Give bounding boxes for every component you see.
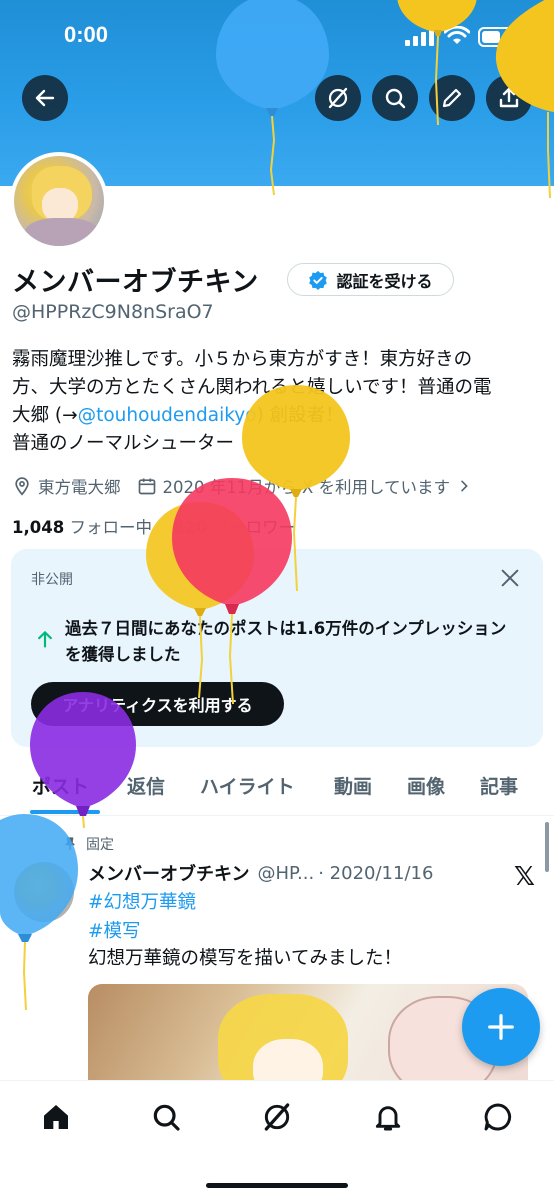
tab-replies[interactable]: 返信 bbox=[127, 772, 165, 799]
share-icon bbox=[499, 87, 519, 108]
search-button[interactable] bbox=[372, 75, 418, 121]
calendar-icon bbox=[138, 478, 155, 495]
following-label: フォロー中 bbox=[69, 518, 152, 537]
followers-link[interactable]: 820 フォロワー bbox=[173, 518, 295, 537]
search-icon[interactable] bbox=[150, 1101, 182, 1133]
grok-button[interactable] bbox=[315, 75, 361, 121]
tab-highlights[interactable]: ハイライト bbox=[200, 772, 295, 799]
scrollbar[interactable] bbox=[545, 822, 549, 872]
post-author-avatar[interactable] bbox=[14, 862, 74, 922]
get-verified-button[interactable]: 認証を受ける bbox=[287, 263, 454, 296]
wifi-icon bbox=[444, 26, 470, 44]
bottom-nav bbox=[0, 1080, 554, 1199]
status-time: 0:00 bbox=[64, 22, 109, 47]
verified-badge-icon bbox=[309, 270, 328, 290]
compose-button[interactable] bbox=[462, 988, 540, 1066]
joined-text: 2020 年11月から X を利用しています bbox=[162, 478, 451, 497]
x-logo-icon: 𝕏 bbox=[514, 862, 535, 892]
close-icon[interactable] bbox=[499, 567, 521, 589]
chevron-right-icon[interactable] bbox=[456, 478, 472, 494]
tab-posts[interactable]: ポスト bbox=[32, 772, 89, 799]
post-author-handle: @HP... bbox=[257, 862, 315, 884]
avatar-art-body bbox=[24, 218, 100, 246]
bio-text: 大郷 (→ bbox=[12, 405, 78, 426]
bio-text: ) 創設者！ bbox=[256, 405, 344, 426]
edit-button[interactable] bbox=[429, 75, 475, 121]
profile-tabs: ポスト 返信 ハイライト 動画 画像 記事 bbox=[0, 760, 554, 816]
bell-icon[interactable] bbox=[372, 1101, 404, 1133]
analytics-button[interactable]: アナリティクスを利用する bbox=[31, 682, 284, 726]
location-icon bbox=[15, 477, 29, 496]
tab-articles[interactable]: 記事 bbox=[480, 772, 518, 799]
battery-icon bbox=[478, 27, 520, 47]
active-tab-indicator bbox=[30, 810, 100, 814]
arrow-left-icon bbox=[35, 89, 55, 107]
grok-icon[interactable] bbox=[261, 1101, 293, 1133]
post-text: 幻想万華鏡の模写を描いてみました！ bbox=[88, 948, 402, 969]
message-icon[interactable] bbox=[482, 1101, 514, 1133]
post-header: メンバーオブチキン @HP... · 2020/11/16 bbox=[88, 860, 433, 886]
location-text: 東方電大郷 bbox=[38, 478, 121, 497]
profile-avatar[interactable] bbox=[10, 152, 108, 250]
profile-name: メンバーオブチキン bbox=[12, 267, 259, 298]
followers-count: 820 bbox=[172, 518, 208, 537]
status-bar: 0:00 bbox=[0, 0, 554, 70]
following-link[interactable]: 1,048 フォロー中 bbox=[12, 518, 152, 537]
signal-icon bbox=[405, 28, 434, 46]
tab-photos[interactable]: 画像 bbox=[407, 772, 445, 799]
post-hashtag[interactable]: #模写 bbox=[88, 917, 141, 943]
bio-line: 大郷 (→@touhoudendaikyo) 創設者！ bbox=[12, 402, 537, 430]
post-hashtag[interactable]: #幻想万華鏡 bbox=[88, 888, 196, 914]
arrow-up-icon bbox=[38, 631, 52, 648]
bio-mention-link[interactable]: @touhoudendaikyo bbox=[78, 405, 257, 426]
profile-meta: 東方電大郷 2020 年11月から X を利用しています bbox=[12, 474, 478, 498]
search-icon bbox=[385, 88, 406, 109]
get-verified-label: 認証を受ける bbox=[336, 271, 433, 291]
post-author-name[interactable]: メンバーオブチキン bbox=[88, 860, 249, 886]
bio-line: 霧雨魔理沙推しです。小５から東方がすき！東方好きの bbox=[12, 349, 473, 370]
bio-line: 方、大学の方とたくさん関われると嬉しいです！普通の電 bbox=[12, 377, 492, 398]
back-button[interactable] bbox=[22, 75, 68, 121]
profile-bio: 霧雨魔理沙推しです。小５から東方がすき！東方好きの 方、大学の方とたくさん関われ… bbox=[12, 346, 537, 458]
pin-icon bbox=[65, 837, 75, 850]
bio-line: 普通のノーマルシューター bbox=[12, 433, 235, 454]
pencil-icon bbox=[442, 88, 462, 108]
grok-icon bbox=[328, 87, 348, 109]
followers-label: フォロワー bbox=[212, 518, 296, 537]
tab-videos[interactable]: 動画 bbox=[334, 772, 372, 799]
avatar-art-face bbox=[42, 188, 78, 222]
profile-handle: @HPPRzC9N8nSraO7 bbox=[12, 301, 214, 323]
analytics-card: 非公開 過去７日間にあなたのポストは1.6万件のインプレッションを獲得しました … bbox=[11, 549, 543, 747]
post-date: · 2020/11/16 bbox=[318, 862, 434, 884]
private-label: 非公開 bbox=[31, 572, 73, 588]
share-button[interactable] bbox=[486, 75, 532, 121]
pinned-indicator: 固定 bbox=[62, 834, 114, 854]
home-icon[interactable] bbox=[40, 1101, 72, 1133]
following-count: 1,048 bbox=[12, 518, 65, 537]
plus-icon bbox=[488, 1014, 514, 1040]
home-indicator bbox=[206, 1183, 348, 1188]
analytics-message: 過去７日間にあなたのポストは1.6万件のインプレッションを獲得しました bbox=[65, 619, 507, 664]
pinned-label: 固定 bbox=[86, 837, 114, 853]
follow-stats: 1,048 フォロー中 820 フォロワー bbox=[12, 514, 295, 538]
